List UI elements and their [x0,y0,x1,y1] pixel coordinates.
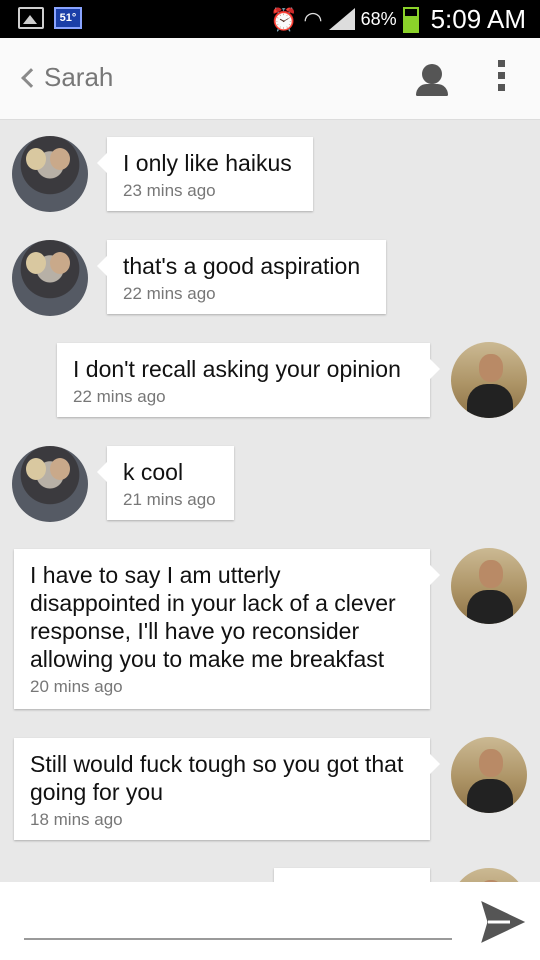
message-timestamp: 18 mins ago [30,810,123,829]
message-bubble[interactable]: I don't recall asking your opinion 22 mi… [57,343,440,417]
message-bubble[interactable]: that's a good aspiration 22 mins ago [97,240,386,314]
message-text: I have to say I am utterly disappointed … [30,562,396,672]
back-chevron-icon [21,67,41,88]
overflow-menu-icon [497,60,505,67]
weather-temperature: 51° [54,7,82,29]
message-timestamp: 23 mins ago [123,181,216,200]
message-bubble[interactable]: Still would fuck tough so you got that g… [14,738,440,840]
message-text: that's a good aspiration [123,253,361,279]
status-bar: 51° ⏰ ◠ 68% 5:09 AM [0,0,540,38]
overflow-menu-button[interactable] [494,60,508,98]
wifi-icon: ◠ [303,6,323,32]
contact-name: Sarah [44,62,114,92]
sarah-avatar[interactable] [12,446,88,522]
battery-icon [402,6,419,33]
message-timestamp: 21 mins ago [123,490,216,509]
message-timestamp: 22 mins ago [123,284,216,303]
send-button[interactable] [480,900,526,944]
back-button[interactable]: Sarah [18,62,113,93]
message-bubble[interactable]: I have to say I am utterly disappointed … [14,549,440,709]
status-time: 5:09 AM [430,4,526,34]
sarah-avatar[interactable] [12,136,88,212]
profile-button[interactable] [414,60,450,98]
my-avatar[interactable] [451,342,527,418]
message-text: I don't recall asking your opinion [73,356,401,382]
message-bubble[interactable]: k cool 21 mins ago [97,446,234,520]
person-icon [422,64,442,84]
message-input[interactable] [24,896,452,940]
status-right-icons: ⏰ ◠ 68% 5:09 AM [270,4,526,35]
alarm-icon: ⏰ [269,6,298,32]
message-text: k cool [123,459,184,485]
conversation-header: Sarah [0,38,540,120]
sarah-avatar[interactable] [12,240,88,316]
battery-percent: 68% [360,9,397,29]
gallery-icon [18,7,44,29]
message-timestamp: 20 mins ago [30,677,123,696]
my-avatar[interactable] [451,737,527,813]
message-timestamp: 22 mins ago [73,387,166,406]
message-bubble[interactable]: I only like haikus 23 mins ago [97,137,313,211]
signal-icon [328,7,355,32]
status-left-icons: 51° [18,7,82,29]
message-text: I only like haikus [123,150,292,176]
message-text: Still would fuck tough so you got that g… [30,751,404,805]
message-composer [0,882,540,960]
my-avatar[interactable] [451,548,527,624]
